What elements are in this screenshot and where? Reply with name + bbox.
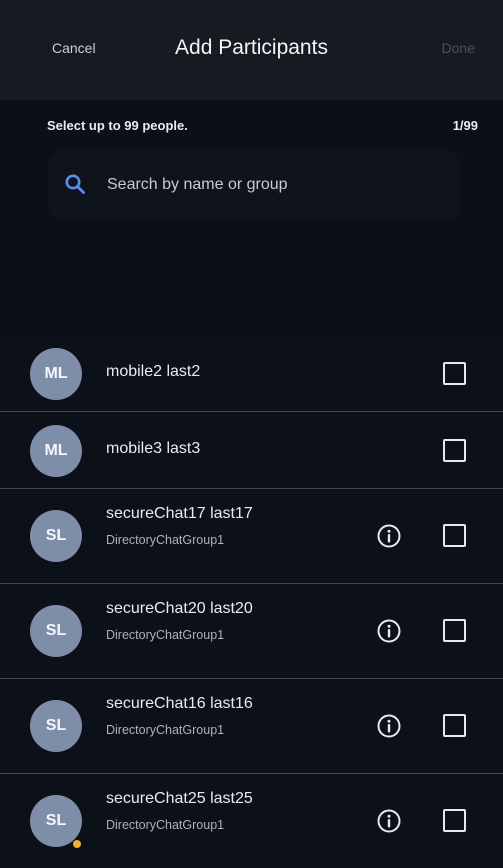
participant-row[interactable]: SL secureChat16 last16 DirectoryChatGroup1	[0, 679, 503, 774]
avatar: ML	[30, 348, 82, 400]
participant-row[interactable]: SL secureChat20 last20 DirectoryChatGroup1	[0, 584, 503, 679]
participant-row[interactable]: ML mobile2 last2	[0, 335, 503, 412]
participant-checkbox[interactable]	[443, 362, 466, 385]
done-button[interactable]: Done	[442, 40, 475, 56]
participant-name: mobile2 last2	[106, 363, 201, 380]
participant-group: DirectoryChatGroup1	[106, 723, 225, 737]
participant-row[interactable]: ML mobile3 last3	[0, 412, 503, 489]
search-input[interactable]	[105, 172, 429, 198]
participant-group: DirectoryChatGroup1	[106, 533, 225, 547]
participant-group: DirectoryChatGroup1	[106, 628, 225, 642]
participant-checkbox[interactable]	[443, 619, 466, 642]
participant-checkbox[interactable]	[443, 809, 466, 832]
selection-panel: Select up to 99 people. 1/99	[0, 100, 503, 335]
info-icon[interactable]	[376, 713, 402, 739]
selection-count: 1/99	[452, 118, 478, 133]
participant-row[interactable]: SL secureChat25 last25 DirectoryChatGroup1	[0, 774, 503, 868]
avatar: SL	[30, 795, 82, 848]
info-icon[interactable]	[376, 618, 402, 644]
presence-indicator	[73, 840, 81, 848]
participant-name: mobile3 last3	[106, 440, 201, 457]
participant-name: secureChat17 last17	[106, 505, 253, 522]
page-title: Add Participants	[175, 36, 328, 59]
participant-row[interactable]: SL secureChat17 last17 DirectoryChatGroup1	[0, 489, 503, 584]
participant-group: DirectoryChatGroup1	[106, 818, 225, 832]
participant-name: secureChat20 last20	[106, 600, 253, 617]
search-bar[interactable]	[48, 150, 460, 220]
info-icon[interactable]	[376, 523, 402, 549]
avatar: SL	[30, 605, 82, 657]
search-icon	[65, 174, 85, 194]
selection-hint: Select up to 99 people.	[47, 118, 188, 133]
participant-checkbox[interactable]	[443, 714, 466, 737]
avatar: ML	[30, 425, 82, 477]
participant-checkbox[interactable]	[443, 439, 466, 462]
avatar: SL	[30, 510, 82, 562]
participant-checkbox[interactable]	[443, 524, 466, 547]
info-icon[interactable]	[376, 808, 402, 834]
participant-list: ML mobile2 last2 ML mobile3 last3 SL secureCh…	[0, 335, 503, 868]
participant-name: secureChat16 last16	[106, 695, 253, 712]
header-bar: Cancel Add Participants Done	[0, 0, 503, 100]
participant-name: secureChat25 last25	[106, 790, 253, 807]
avatar: SL	[30, 700, 82, 752]
